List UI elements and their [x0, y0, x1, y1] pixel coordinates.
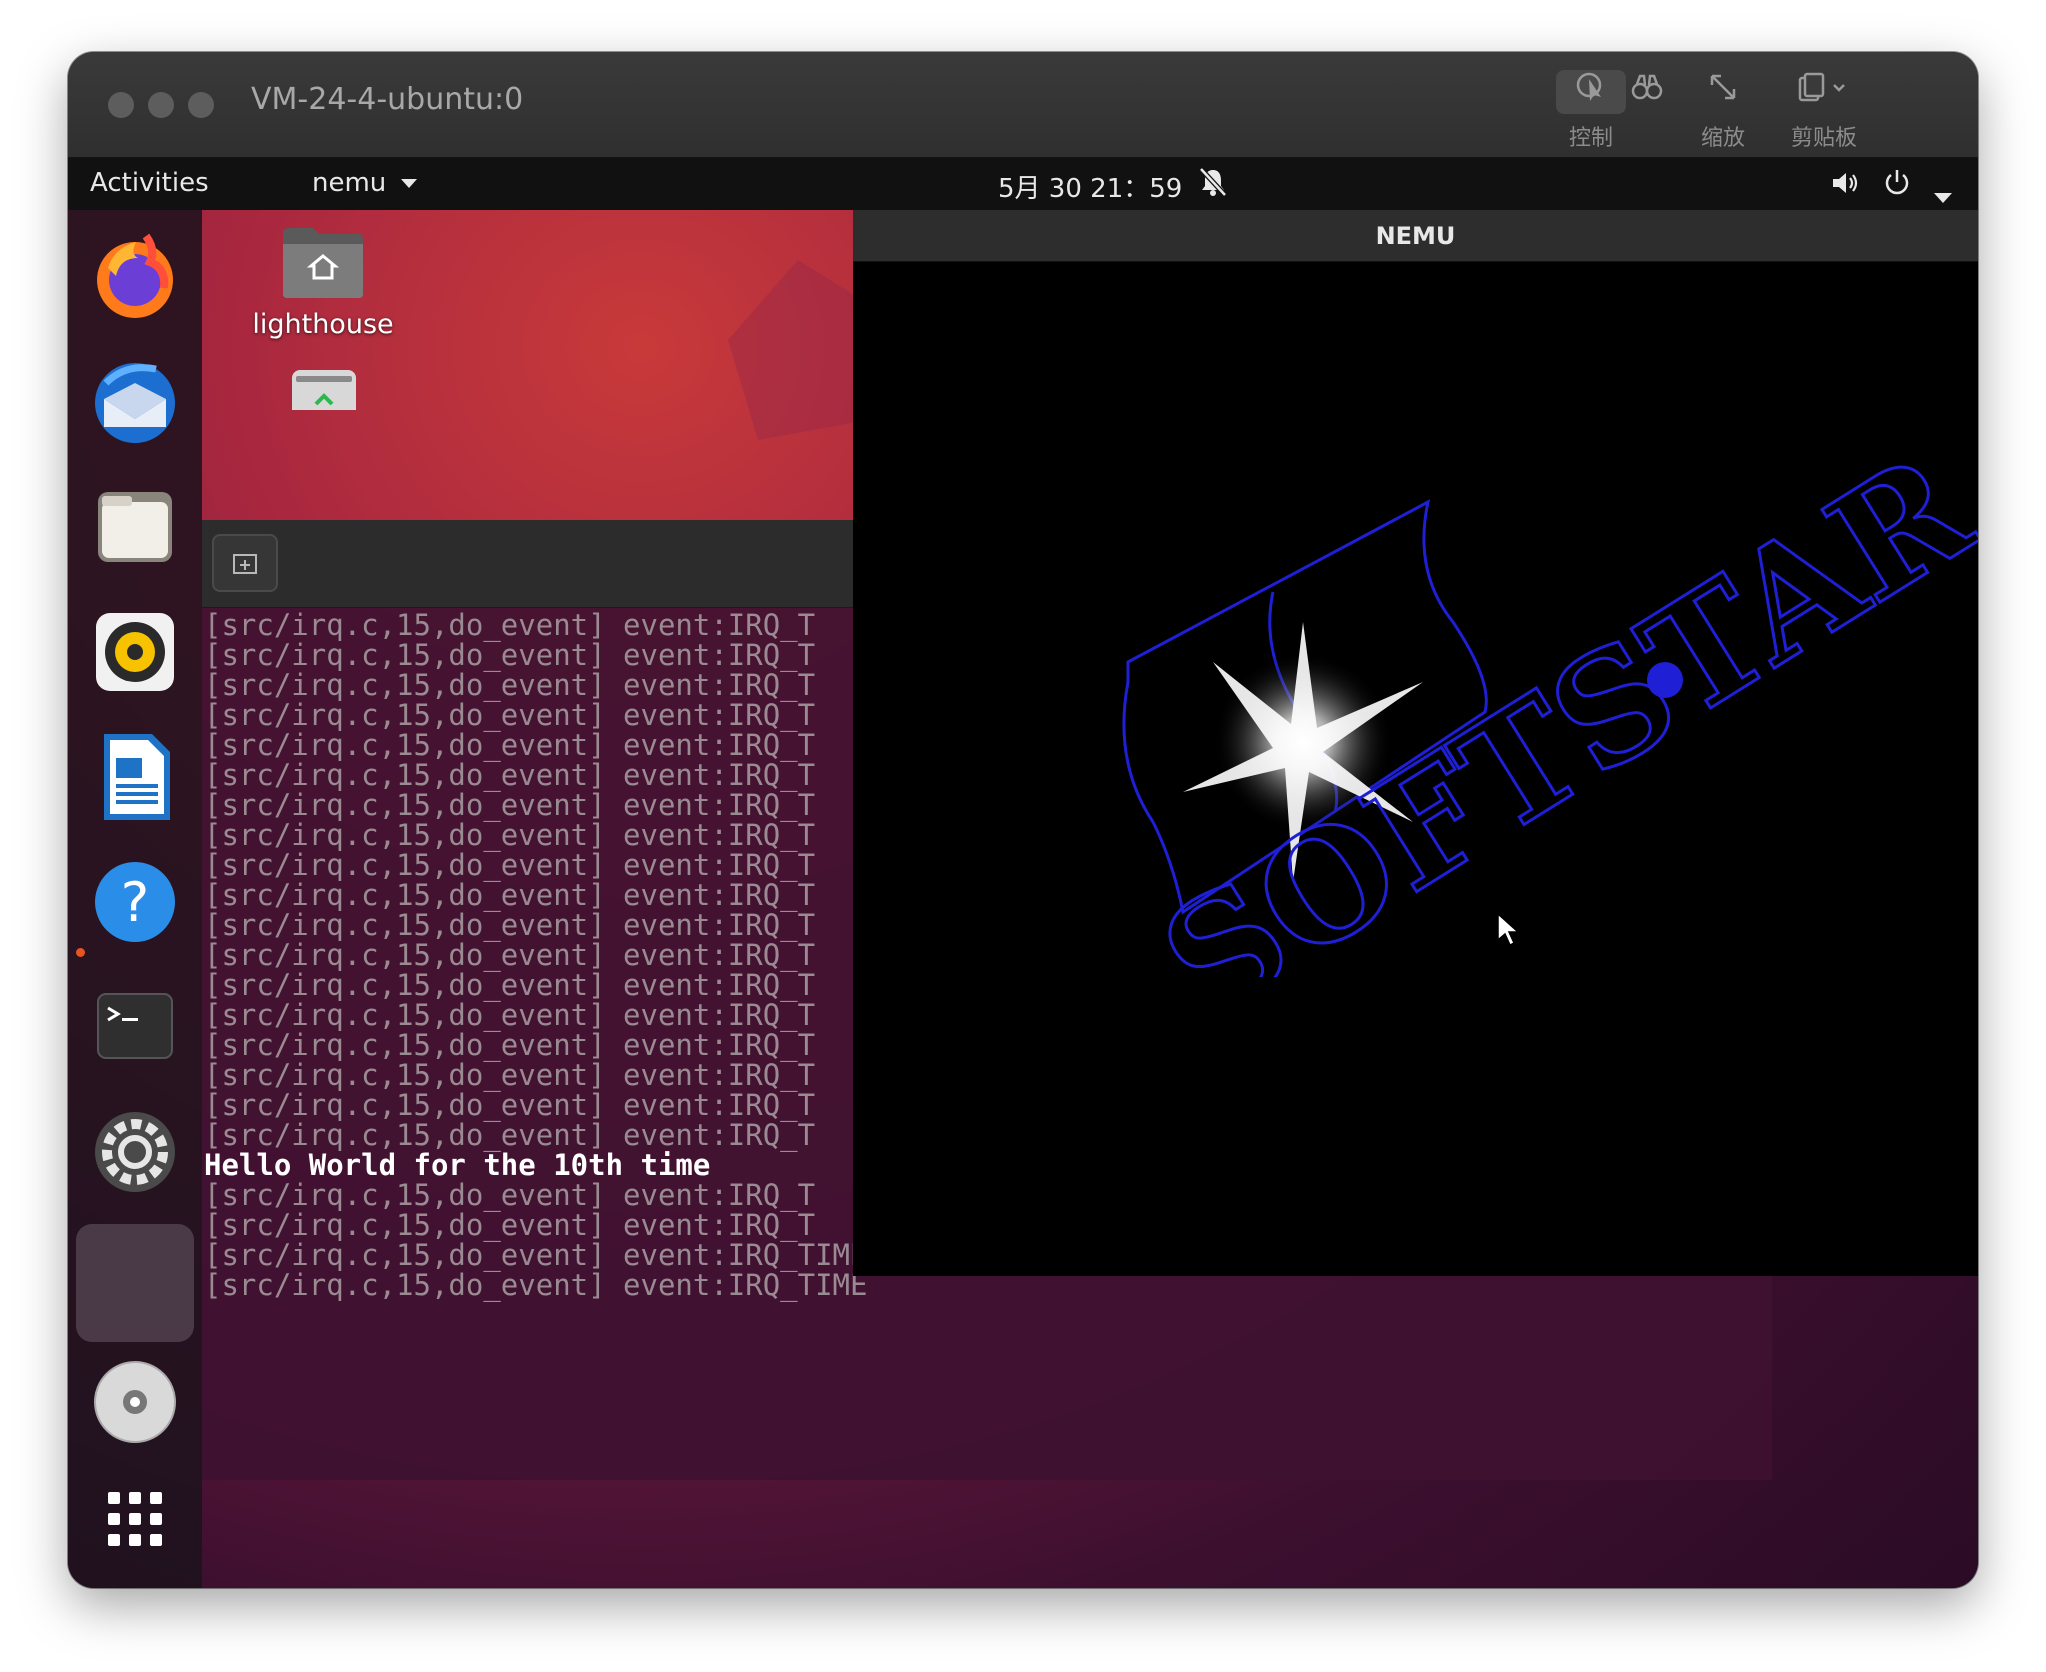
dock: ? — [68, 210, 202, 1588]
control-label: 控制 — [1568, 126, 1613, 151]
clock[interactable]: 5月 30 21：59 — [998, 168, 1182, 205]
desktop: ? lighthouse [src/irq.c,15,do_event] eve… — [68, 210, 1978, 1588]
dock-firefox[interactable] — [86, 228, 184, 326]
scale-label: 缩放 — [1700, 126, 1745, 151]
dock-thunderbird[interactable] — [86, 353, 184, 451]
mouse-cursor-icon — [1497, 912, 1520, 947]
dock-dvd[interactable] — [86, 1353, 184, 1451]
dock-show-apps[interactable] — [86, 1470, 184, 1568]
close-button[interactable] — [108, 92, 134, 118]
desktop-icon-label: lighthouse — [252, 309, 394, 340]
clipboard-button[interactable]: 剪贴板 — [1774, 70, 1874, 152]
firefox-icon — [97, 233, 173, 318]
new-tab-button[interactable] — [212, 534, 278, 592]
dock-terminal[interactable] — [86, 978, 184, 1076]
dock-nemu[interactable] — [76, 1224, 194, 1342]
activities-button[interactable]: Activities — [90, 168, 209, 198]
files-icon — [98, 492, 172, 562]
dock-settings[interactable] — [86, 1103, 184, 1201]
app-menu-label: nemu — [312, 168, 387, 198]
bell-muted-icon — [1198, 166, 1228, 205]
binoculars-button[interactable] — [1612, 70, 1682, 120]
dock-help[interactable]: ? — [86, 853, 184, 951]
nemu-window[interactable]: NEMU SOFTSTAR — [853, 210, 1978, 1276]
registered-mark — [1647, 662, 1683, 698]
dvd-icon — [94, 1361, 176, 1443]
dock-writer[interactable] — [86, 728, 184, 826]
mac-titlebar: VM-24-4-ubuntu:0 控制 缩放 剪贴板 — [68, 52, 1978, 158]
terminal-icon — [97, 993, 173, 1059]
app-menu[interactable]: nemu — [312, 168, 417, 198]
window-title: VM-24-4-ubuntu:0 — [251, 82, 524, 117]
thunderbird-icon — [95, 363, 175, 443]
binoculars-icon — [1612, 70, 1682, 114]
desktop-icon-home[interactable]: lighthouse — [243, 222, 403, 340]
zoom-button[interactable] — [188, 92, 214, 118]
desktop-icon-trash[interactable] — [286, 368, 362, 410]
trash-icon — [292, 370, 356, 410]
softstar-logo: SOFTSTAR — [853, 419, 1978, 1276]
libreoffice-writer-icon — [104, 734, 170, 820]
new-tab-icon — [231, 549, 259, 577]
clipboard-icon — [1774, 70, 1874, 114]
nemu-title: NEMU — [1375, 222, 1456, 250]
volume-icon[interactable] — [1830, 168, 1860, 205]
power-icon[interactable] — [1882, 167, 1912, 204]
help-icon: ? — [95, 862, 175, 942]
caret-down-icon — [400, 179, 417, 188]
svg-text:?: ? — [121, 871, 150, 934]
resize-arrows-icon — [1688, 70, 1758, 114]
system-menu-caret-icon[interactable] — [1934, 180, 1952, 210]
dock-rhythmbox[interactable] — [86, 603, 184, 701]
rhythmbox-icon — [96, 613, 174, 691]
running-indicator — [76, 948, 85, 957]
settings-icon — [95, 1112, 175, 1192]
nemu-titlebar: NEMU — [853, 210, 1978, 262]
nemu-display[interactable]: SOFTSTAR — [853, 262, 1978, 1276]
clipboard-label: 剪贴板 — [1790, 126, 1857, 151]
minimize-button[interactable] — [148, 92, 174, 118]
ubuntu-top-bar: Activities nemu 5月 30 21：59 — [68, 158, 1978, 210]
display-mask — [853, 977, 1978, 1276]
app-grid-icon — [108, 1492, 162, 1546]
dock-files[interactable] — [86, 478, 184, 576]
home-folder-icon — [283, 228, 363, 298]
terminal-line: [src/irq.c,15,do_event] event:IRQ_TIME — [204, 1268, 868, 1302]
vm-window: VM-24-4-ubuntu:0 控制 缩放 剪贴板 Activities ne… — [68, 52, 1978, 1588]
scale-button[interactable]: 缩放 — [1688, 70, 1758, 152]
